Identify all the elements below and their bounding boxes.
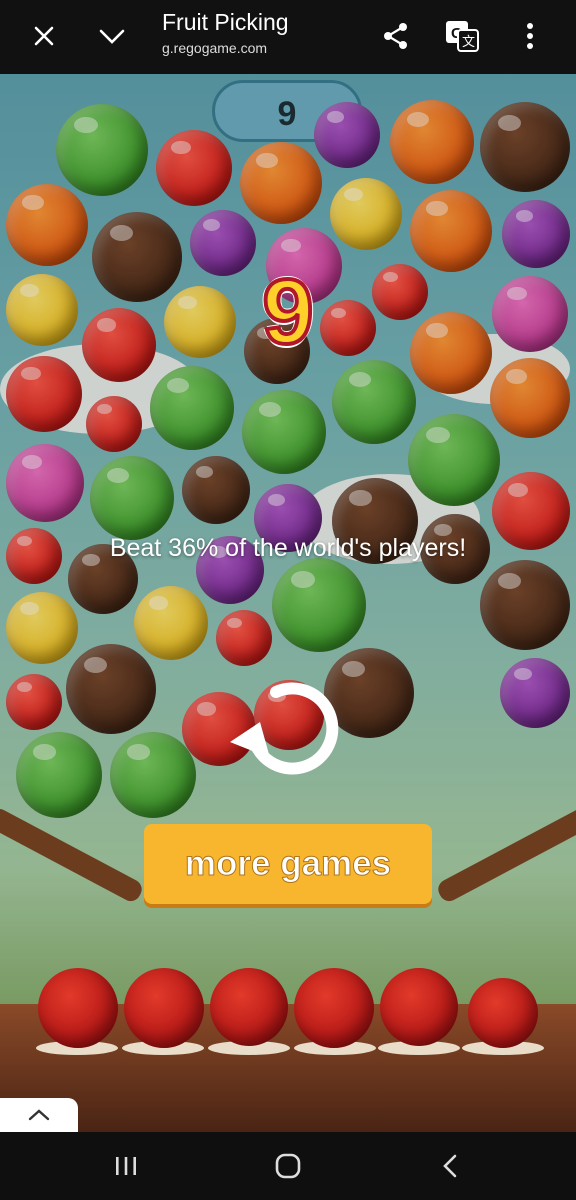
home-icon[interactable]	[258, 1146, 318, 1186]
chevron-down-icon[interactable]	[90, 14, 134, 58]
browser-toolbar: Fruit Picking g.regogame.com G 文	[0, 0, 576, 74]
recents-icon[interactable]	[96, 1146, 156, 1186]
collected-fruit	[210, 968, 288, 1046]
collected-fruit	[294, 968, 374, 1048]
final-score: 9	[260, 259, 315, 365]
page-title-block: Fruit Picking g.regogame.com	[162, 9, 289, 56]
close-icon[interactable]	[22, 14, 66, 58]
back-icon[interactable]	[420, 1146, 480, 1186]
collected-fruit	[468, 978, 538, 1048]
system-navbar	[0, 1132, 576, 1200]
share-icon[interactable]	[374, 14, 418, 58]
page-title: Fruit Picking	[162, 9, 289, 35]
beat-percentage-text: Beat 36% of the world's players!	[109, 534, 467, 562]
svg-text:文: 文	[462, 34, 475, 49]
page-url: g.regogame.com	[162, 40, 268, 56]
more-games-label: more games	[184, 844, 392, 884]
collected-fruit	[380, 968, 458, 1046]
collected-fruit	[38, 968, 118, 1048]
replay-icon[interactable]	[226, 670, 344, 780]
game-canvas[interactable]: 9 9 Beat 36% of the world's players! mor…	[0, 74, 576, 1132]
chevron-up-icon[interactable]	[0, 1098, 78, 1132]
collected-fruit	[124, 968, 204, 1048]
more-games-button[interactable]: more games	[144, 824, 432, 904]
more-vert-icon[interactable]	[508, 14, 552, 58]
translate-icon[interactable]: G 文	[440, 14, 484, 58]
